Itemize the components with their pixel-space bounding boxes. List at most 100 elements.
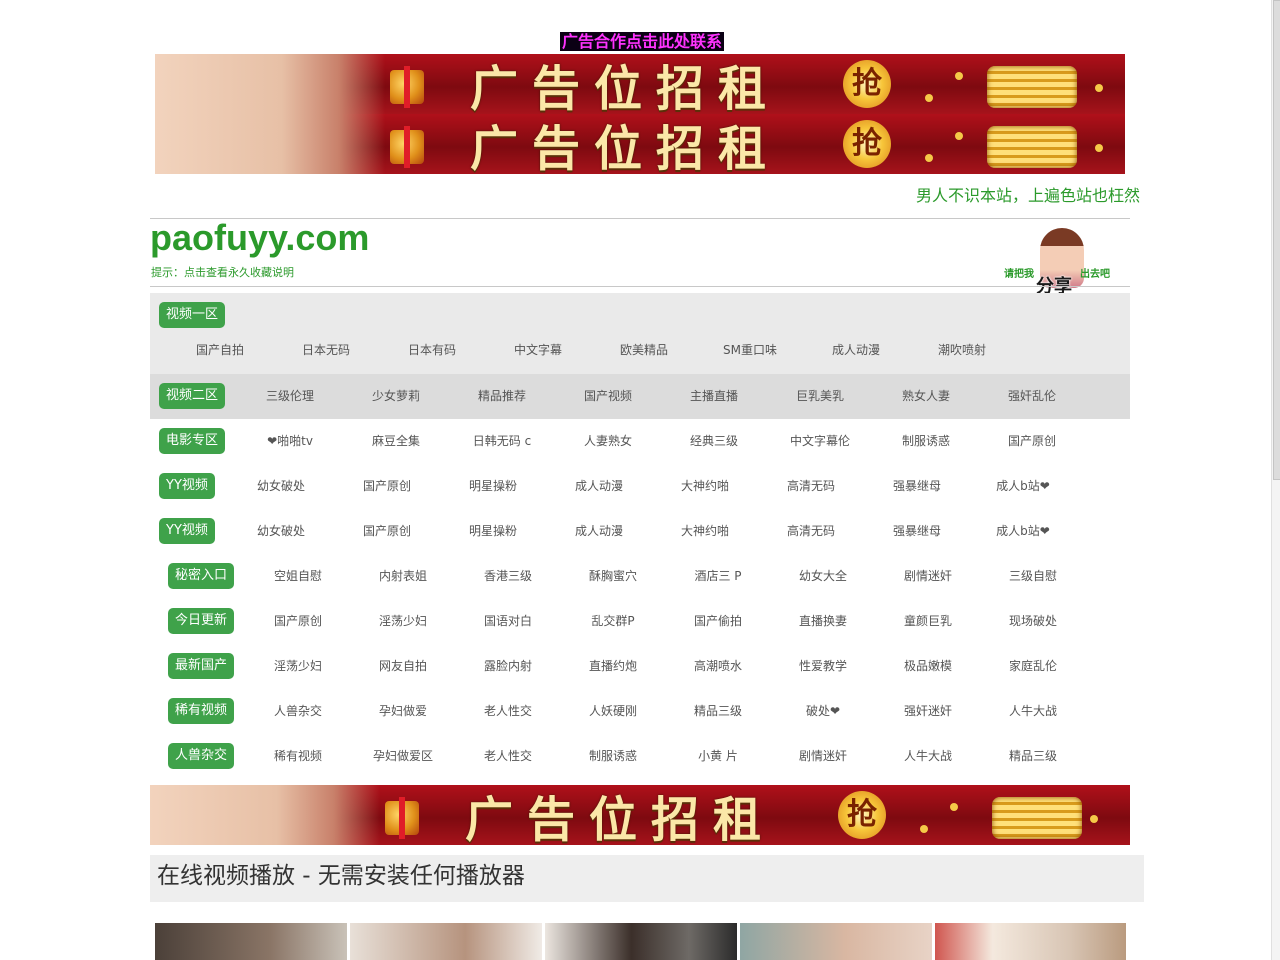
nav-link[interactable]: 露脸内射 <box>458 657 558 674</box>
nav-link[interactable]: 幼女破处 <box>231 477 331 494</box>
nav-link[interactable]: 香港三级 <box>458 567 558 584</box>
nav-link[interactable]: 乱交群P <box>563 612 663 629</box>
nav-link[interactable]: 成人动漫 <box>806 341 906 358</box>
nav-link[interactable]: 强奸乱伦 <box>982 387 1082 404</box>
nav-link[interactable]: 成人b站❤ <box>973 522 1073 539</box>
nav-link[interactable]: 孕妇做爱区 <box>353 747 453 764</box>
ad-banner-2[interactable]: 广告位招租 抢 <box>155 114 1125 174</box>
nav-link[interactable]: 明星操粉 <box>443 477 543 494</box>
page-scrollbar-thumb[interactable] <box>1273 0 1280 480</box>
nav-link[interactable]: 破处❤ <box>773 702 873 719</box>
video-thumbnail[interactable] <box>740 923 932 960</box>
nav-link[interactable]: 国产原创 <box>337 477 437 494</box>
nav-link[interactable]: 中文字幕伦 <box>770 432 870 449</box>
nav-link[interactable]: 人妖硬刚 <box>563 702 663 719</box>
nav-link[interactable]: 精品三级 <box>668 702 768 719</box>
nav-link[interactable]: 潮吹喷射 <box>912 341 1012 358</box>
nav-link[interactable]: SM重口味 <box>700 341 800 358</box>
nav-link[interactable]: 极品嫩模 <box>878 657 978 674</box>
bookmark-tip-link[interactable]: 提示：点击查看永久收藏说明 <box>151 264 294 280</box>
nav-link[interactable]: 小黄 片 <box>668 747 768 764</box>
nav-link[interactable]: 直播换妻 <box>773 612 873 629</box>
nav-link[interactable]: 巨乳美乳 <box>770 387 870 404</box>
nav-link[interactable]: 稀有视频 <box>248 747 348 764</box>
nav-link[interactable]: 酒店三 P <box>668 567 768 584</box>
video-thumbnail[interactable] <box>935 923 1126 960</box>
nav-link[interactable]: 直播约炮 <box>563 657 663 674</box>
nav-link[interactable]: 精品三级 <box>983 747 1083 764</box>
nav-link[interactable]: 幼女大全 <box>773 567 873 584</box>
nav-category-badge[interactable]: 最新国产 <box>168 653 235 679</box>
site-logo[interactable]: paofuyy.com <box>150 218 369 258</box>
nav-link[interactable]: 国产偷拍 <box>668 612 768 629</box>
nav-link[interactable]: 主播直播 <box>664 387 764 404</box>
nav-link[interactable]: 淫荡少妇 <box>248 657 348 674</box>
nav-link[interactable]: 强暴继母 <box>867 522 967 539</box>
ad-banner-1[interactable]: 广告位招租 抢 <box>155 54 1125 114</box>
nav-link[interactable]: 网友自拍 <box>353 657 453 674</box>
nav-link[interactable]: 强奸迷奸 <box>878 702 978 719</box>
nav-link[interactable]: 国产原创 <box>337 522 437 539</box>
nav-category-badge[interactable]: YY视频 <box>159 518 215 544</box>
nav-link[interactable]: 大神约啪 <box>655 522 755 539</box>
nav-link[interactable]: 人兽杂交 <box>248 702 348 719</box>
nav-link[interactable]: 国语对白 <box>458 612 558 629</box>
nav-link[interactable]: 人牛大战 <box>878 747 978 764</box>
nav-link[interactable]: 国产原创 <box>982 432 1082 449</box>
nav-link[interactable]: 欧美精品 <box>594 341 694 358</box>
nav-category-badge[interactable]: YY视频 <box>159 473 215 499</box>
nav-link[interactable]: 老人性交 <box>458 702 558 719</box>
nav-link[interactable]: 国产视频 <box>558 387 658 404</box>
nav-link[interactable]: 剧情迷奸 <box>773 747 873 764</box>
nav-link[interactable]: 高潮喷水 <box>668 657 768 674</box>
nav-category-badge[interactable]: 电影专区 <box>159 428 226 454</box>
nav-link[interactable]: 日本无码 <box>276 341 376 358</box>
video-thumbnail[interactable] <box>545 923 737 960</box>
nav-link[interactable]: 人妻熟女 <box>558 432 658 449</box>
nav-link[interactable]: 制服诱惑 <box>563 747 663 764</box>
nav-category-badge[interactable]: 视频一区 <box>159 302 226 328</box>
nav-link[interactable]: 高清无码 <box>761 522 861 539</box>
nav-link[interactable]: 成人动漫 <box>549 477 649 494</box>
nav-link[interactable]: 现场破处 <box>983 612 1083 629</box>
nav-link[interactable]: 三级自慰 <box>983 567 1083 584</box>
nav-link[interactable]: 熟女人妻 <box>876 387 976 404</box>
nav-link[interactable]: 剧情迷奸 <box>878 567 978 584</box>
nav-category-badge[interactable]: 视频二区 <box>159 383 226 409</box>
nav-link[interactable]: 内射表姐 <box>353 567 453 584</box>
nav-link[interactable]: 人牛大战 <box>983 702 1083 719</box>
nav-link[interactable]: 中文字幕 <box>488 341 588 358</box>
nav-link[interactable]: 大神约啪 <box>655 477 755 494</box>
nav-link[interactable]: ❤啪啪tv <box>240 432 340 449</box>
nav-category-badge[interactable]: 今日更新 <box>168 608 235 634</box>
nav-link[interactable]: 少女萝莉 <box>346 387 446 404</box>
nav-link[interactable]: 日韩无码 c <box>452 432 552 449</box>
nav-link[interactable]: 高清无码 <box>761 477 861 494</box>
nav-link[interactable]: 麻豆全集 <box>346 432 446 449</box>
nav-link[interactable]: 童颜巨乳 <box>878 612 978 629</box>
nav-link[interactable]: 孕妇做爱 <box>353 702 453 719</box>
ad-contact-link[interactable]: 广告合作点击此处联系 <box>560 32 725 51</box>
ad-banner-3[interactable]: 广告位招租 抢 <box>150 785 1130 845</box>
nav-link[interactable]: 家庭乱伦 <box>983 657 1083 674</box>
nav-category-badge[interactable]: 人兽杂交 <box>168 743 235 769</box>
video-thumbnail[interactable] <box>155 923 347 960</box>
nav-link[interactable]: 国产自拍 <box>170 341 270 358</box>
nav-link[interactable]: 老人性交 <box>458 747 558 764</box>
nav-link[interactable]: 酥胸蜜穴 <box>563 567 663 584</box>
nav-link[interactable]: 精品推荐 <box>452 387 552 404</box>
nav-link[interactable]: 性爱教学 <box>773 657 873 674</box>
nav-link[interactable]: 国产原创 <box>248 612 348 629</box>
nav-link[interactable]: 经典三级 <box>664 432 764 449</box>
share-widget[interactable]: 请把我 出去吧 分享 <box>1004 228 1116 297</box>
nav-category-badge[interactable]: 秘密入口 <box>168 563 235 589</box>
nav-link[interactable]: 成人动漫 <box>549 522 649 539</box>
nav-category-badge[interactable]: 稀有视频 <box>168 698 235 724</box>
video-thumbnail[interactable] <box>350 923 542 960</box>
nav-link[interactable]: 制服诱惑 <box>876 432 976 449</box>
nav-link[interactable]: 日本有码 <box>382 341 482 358</box>
nav-link[interactable]: 三级伦理 <box>240 387 340 404</box>
nav-link[interactable]: 淫荡少妇 <box>353 612 453 629</box>
nav-link[interactable]: 明星操粉 <box>443 522 543 539</box>
nav-link[interactable]: 空姐自慰 <box>248 567 348 584</box>
